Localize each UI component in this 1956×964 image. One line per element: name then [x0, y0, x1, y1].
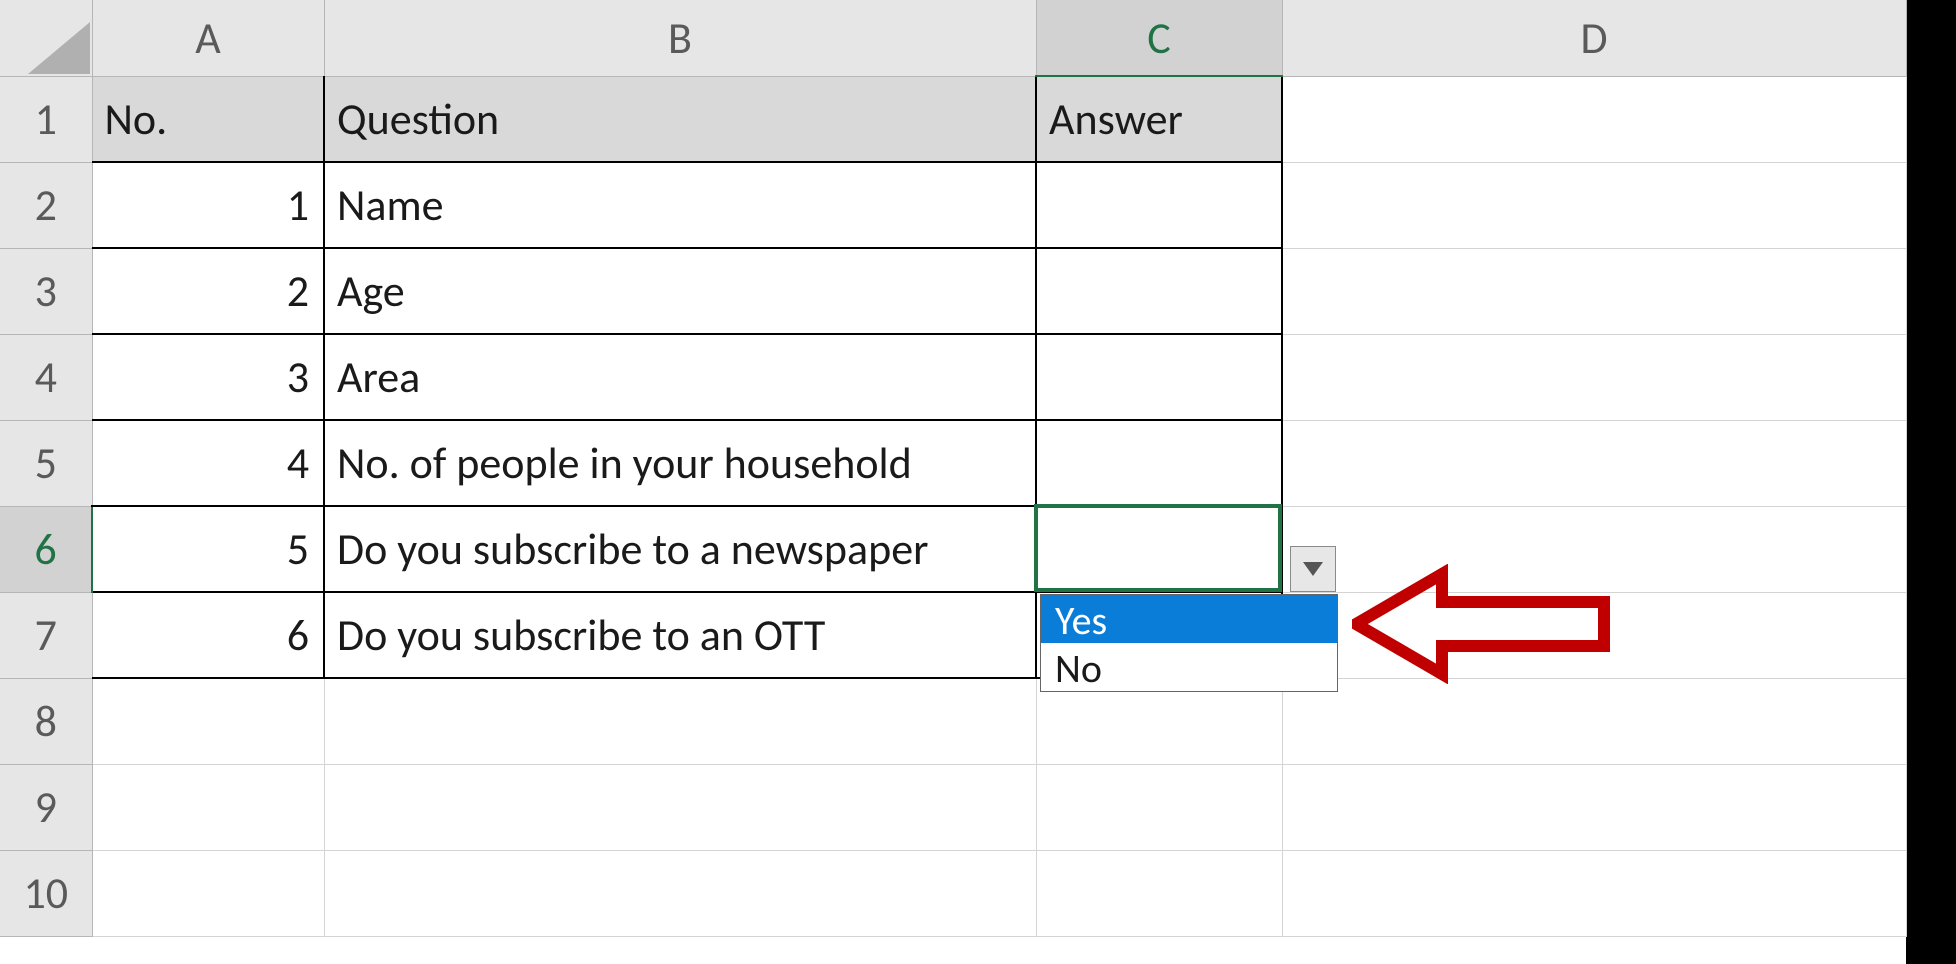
row-header-7[interactable]: 7 [0, 592, 92, 678]
row-header-2[interactable]: 2 [0, 162, 92, 248]
cell-A4[interactable]: 3 [92, 334, 324, 420]
dropdown-option-no[interactable]: No [1041, 643, 1337, 691]
cell-A9[interactable] [92, 764, 324, 850]
cell-C2[interactable] [1036, 162, 1282, 248]
chevron-down-icon [1303, 562, 1323, 576]
cell-A6[interactable]: 5 [92, 506, 324, 592]
cell-B2[interactable]: Name [324, 162, 1036, 248]
annotation-arrow-icon [1352, 564, 1612, 684]
column-header-C[interactable]: C [1036, 0, 1282, 76]
cell-B10[interactable] [324, 850, 1036, 936]
row-header-8[interactable]: 8 [0, 678, 92, 764]
cell-D8[interactable] [1282, 678, 1906, 764]
column-header-D[interactable]: D [1282, 0, 1906, 76]
column-header-A[interactable]: A [92, 0, 324, 76]
cell-A7[interactable]: 6 [92, 592, 324, 678]
cell-D10[interactable] [1282, 850, 1906, 936]
cell-C10[interactable] [1036, 850, 1282, 936]
cell-D3[interactable] [1282, 248, 1906, 334]
right-edge-strip [1906, 0, 1956, 964]
cell-C4[interactable] [1036, 334, 1282, 420]
cell-D9[interactable] [1282, 764, 1906, 850]
dropdown-option-yes[interactable]: Yes [1041, 595, 1337, 643]
cell-C5[interactable] [1036, 420, 1282, 506]
row-header-10[interactable]: 10 [0, 850, 92, 936]
cell-D1[interactable] [1282, 76, 1906, 162]
spreadsheet-viewport: A B C D 1 No. Question Answer 2 1 Name 3… [0, 0, 1956, 964]
row-header-9[interactable]: 9 [0, 764, 92, 850]
worksheet-grid: A B C D 1 No. Question Answer 2 1 Name 3… [0, 0, 1907, 937]
cell-B1[interactable]: Question [324, 76, 1036, 162]
cell-D2[interactable] [1282, 162, 1906, 248]
column-header-B[interactable]: B [324, 0, 1036, 76]
cell-B8[interactable] [324, 678, 1036, 764]
cell-A3[interactable]: 2 [92, 248, 324, 334]
cell-B6[interactable]: Do you subscribe to a newspaper [324, 506, 1036, 592]
cell-A2[interactable]: 1 [92, 162, 324, 248]
row-header-3[interactable]: 3 [0, 248, 92, 334]
cell-B4[interactable]: Area [324, 334, 1036, 420]
data-validation-dropdown-button[interactable] [1290, 546, 1336, 592]
cell-A5[interactable]: 4 [92, 420, 324, 506]
row-header-1[interactable]: 1 [0, 76, 92, 162]
row-header-4[interactable]: 4 [0, 334, 92, 420]
cell-D4[interactable] [1282, 334, 1906, 420]
cell-C6[interactable] [1036, 506, 1282, 592]
cell-B3[interactable]: Age [324, 248, 1036, 334]
cell-B5[interactable]: No. of people in your household [324, 420, 1036, 506]
cell-A1[interactable]: No. [92, 76, 324, 162]
row-header-6[interactable]: 6 [0, 506, 92, 592]
cell-A10[interactable] [92, 850, 324, 936]
data-validation-dropdown-list: Yes No [1040, 594, 1338, 692]
row-header-5[interactable]: 5 [0, 420, 92, 506]
cell-C9[interactable] [1036, 764, 1282, 850]
cell-B9[interactable] [324, 764, 1036, 850]
cell-D5[interactable] [1282, 420, 1906, 506]
cell-A8[interactable] [92, 678, 324, 764]
cell-C3[interactable] [1036, 248, 1282, 334]
select-all-cell[interactable] [0, 0, 92, 76]
cell-C1[interactable]: Answer [1036, 76, 1282, 162]
cell-B7[interactable]: Do you subscribe to an OTT [324, 592, 1036, 678]
